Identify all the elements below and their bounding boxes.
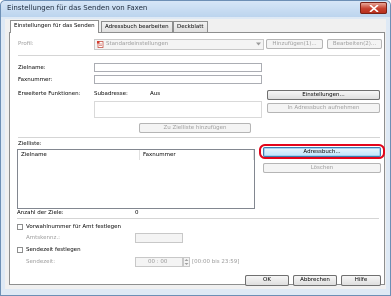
column-header-fax-number[interactable]: Faxnummer: [140, 150, 254, 160]
fax-number-label: Faxnummer:: [18, 77, 53, 83]
outside-line-input[interactable]: [135, 233, 183, 243]
send-time-checkbox-label: Sendezeit festlegen: [26, 247, 81, 253]
save-to-addressbook-button[interactable]: In Adressbuch aufnehmen: [267, 103, 380, 113]
help-button[interactable]: Hilfe: [341, 275, 381, 286]
target-list-label: Zielliste:: [18, 141, 42, 147]
target-name-input[interactable]: [94, 63, 262, 72]
fax-settings-window: Einstellungen für das Senden von Faxen E…: [0, 0, 391, 296]
spinner-arrows-icon: [184, 259, 189, 265]
outside-line-label: Amtskennz.:: [26, 235, 60, 241]
delete-button[interactable]: Löschen: [263, 163, 381, 173]
target-name-label: Zielname:: [18, 65, 46, 71]
send-time-value: 00 : 00: [148, 259, 168, 265]
dialog-client: Einstellungen für das Senden Adressbuch …: [5, 19, 386, 289]
target-count-value: 0: [135, 210, 139, 216]
subaddress-label: Subadresse:: [94, 91, 128, 97]
settings-button[interactable]: Einstellungen...: [267, 90, 380, 100]
divider: [18, 55, 380, 56]
profile-icon: [97, 41, 104, 48]
extended-functions-box: [94, 101, 262, 118]
subaddress-value: Aus: [150, 91, 161, 97]
prefix-checkbox-label: Vorwahlnummer für Amt festlegen: [26, 224, 121, 230]
send-time-spinner[interactable]: [183, 257, 190, 267]
profile-value: Standardeinstellungen: [106, 41, 169, 47]
close-button[interactable]: [360, 2, 387, 14]
add-to-target-list-button[interactable]: Zu Zielliste hinzufügen: [139, 123, 251, 133]
tab-edit-addressbook[interactable]: Adressbuch bearbeiten: [101, 21, 173, 32]
extended-functions-label: Erweiterte Funktionen:: [18, 91, 81, 97]
window-title: Einstellungen für das Senden von Faxen: [7, 4, 148, 12]
profile-add-button[interactable]: Hinzufügen(1)...: [266, 39, 323, 49]
cancel-button[interactable]: Abbrechen: [293, 275, 337, 286]
send-time-label: Sendezeit:: [26, 259, 56, 265]
send-time-checkbox[interactable]: [17, 247, 23, 253]
target-list-table[interactable]: Zielname Faxnummer: [17, 149, 255, 209]
chevron-down-icon: [256, 42, 261, 46]
send-time-range-hint: [00:00 bis 23:59]: [192, 259, 240, 265]
tab-cover-sheet[interactable]: Deckblatt: [173, 21, 208, 32]
profile-combo[interactable]: Standardeinstellungen: [94, 39, 264, 50]
send-time-input[interactable]: 00 : 00: [135, 257, 183, 267]
title-bar[interactable]: Einstellungen für das Senden von Faxen: [1, 1, 390, 17]
profile-label: Profil:: [18, 41, 34, 47]
profile-edit-button[interactable]: Bearbeiten(2)...: [327, 39, 382, 49]
divider: [17, 218, 379, 219]
prefix-checkbox[interactable]: [17, 224, 23, 230]
divider: [18, 137, 380, 138]
column-header-target-name[interactable]: Zielname: [18, 150, 140, 160]
close-icon: [369, 5, 379, 12]
highlight-annotation: [259, 144, 385, 159]
fax-number-input[interactable]: [94, 75, 262, 84]
ok-button[interactable]: OK: [245, 275, 289, 286]
tab-send-settings[interactable]: Einstellungen für das Senden: [10, 20, 99, 33]
target-count-label: Anzahl der Ziele:: [17, 210, 64, 216]
